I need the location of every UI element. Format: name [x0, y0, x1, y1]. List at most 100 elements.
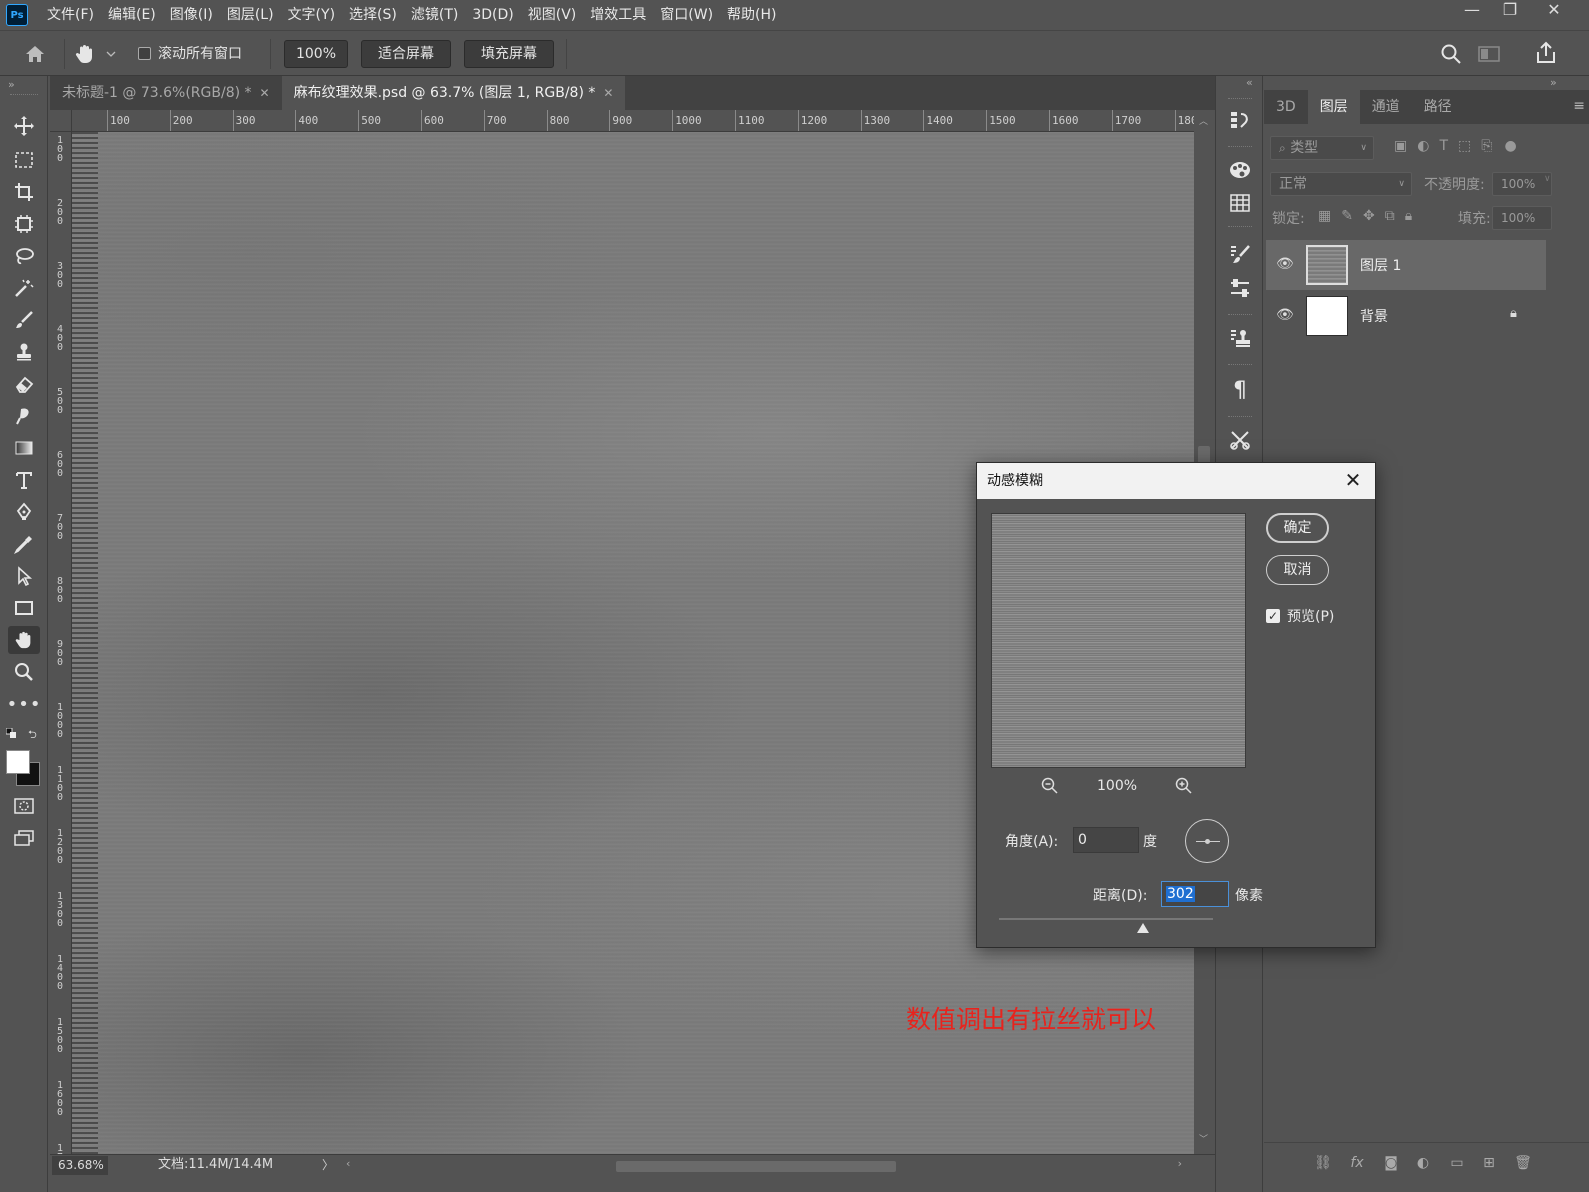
zoom-tool[interactable] [8, 658, 40, 686]
search-button[interactable] [1440, 43, 1464, 67]
menu-edit[interactable]: 编辑(E) [101, 0, 163, 30]
menu-select[interactable]: 选择(S) [342, 0, 404, 30]
color-button[interactable] [1224, 156, 1256, 184]
filter-toggle-icon[interactable]: ● [1504, 138, 1516, 160]
fill-field[interactable]: 100% [1492, 206, 1552, 230]
menu-help[interactable]: 帮助(H) [720, 0, 783, 30]
image-filter-icon[interactable]: ▣ [1394, 138, 1407, 160]
crop-tool[interactable] [8, 178, 40, 206]
menu-file[interactable]: 文件(F) [40, 0, 101, 30]
menu-view[interactable]: 视图(V) [521, 0, 584, 30]
menu-type[interactable]: 文字(Y) [281, 0, 342, 30]
opacity-dropdown-icon[interactable]: ∨ [1544, 174, 1551, 184]
horizontal-ruler[interactable]: 100 200 300 400 500 600 700 800 900 1000 1100 1200 1… [72, 110, 1202, 132]
angle-dial[interactable] [1185, 819, 1229, 863]
fit-screen-button[interactable]: 适合屏幕 [361, 40, 451, 68]
fx-icon[interactable]: fx [1346, 1155, 1368, 1177]
horizontal-scrollbar[interactable]: ‹ › [346, 1157, 1182, 1173]
close-tab-icon[interactable]: ✕ [603, 86, 613, 100]
layer-row-background[interactable]: 👁︎ 背景 🔒︎ [1266, 291, 1546, 341]
tool-presets-button[interactable] [1224, 426, 1256, 454]
lock-transparency-icon[interactable]: ▦ [1318, 208, 1331, 224]
adjustments-button[interactable] [1224, 274, 1256, 302]
panel-menu-icon[interactable]: ≡ [1573, 98, 1585, 114]
cancel-button[interactable]: 取消 [1266, 555, 1329, 585]
menu-layer[interactable]: 图层(L) [220, 0, 281, 30]
magic-wand-tool[interactable] [8, 274, 40, 302]
new-layer-icon[interactable]: ⊞ [1478, 1155, 1500, 1177]
lock-artboard-icon[interactable]: ⧉ [1385, 208, 1395, 224]
tab-layers[interactable]: 图层 [1307, 90, 1360, 124]
swatches-button[interactable] [1224, 189, 1256, 217]
zoom-100-button[interactable]: 100% [284, 40, 348, 68]
path-select-tool[interactable] [8, 562, 40, 590]
distance-slider-thumb[interactable] [1137, 923, 1149, 933]
lasso-tool[interactable] [8, 242, 40, 270]
ruler-origin[interactable] [50, 110, 72, 132]
scroll-all-checkbox[interactable] [138, 47, 151, 60]
layer-row-layer1[interactable]: 👁︎ 图层 1 [1266, 240, 1546, 290]
menu-window[interactable]: 窗口(W) [653, 0, 720, 30]
link-layers-icon[interactable]: ⛓︎ [1312, 1155, 1334, 1177]
brush-tool[interactable] [8, 306, 40, 334]
frame-tool[interactable] [8, 210, 40, 238]
type-filter-icon[interactable]: T [1439, 138, 1448, 160]
menu-filter[interactable]: 滤镜(T) [404, 0, 465, 30]
lock-all-icon[interactable]: 🔒︎ [1405, 208, 1412, 224]
restore-button[interactable]: ❐ [1492, 0, 1528, 22]
layer-name[interactable]: 图层 1 [1360, 255, 1401, 275]
paragraph-button[interactable]: ¶ [1224, 376, 1256, 404]
hand-tool[interactable] [8, 626, 40, 654]
distance-slider-track[interactable] [999, 918, 1213, 920]
more-tools-button[interactable]: ••• [7, 690, 41, 718]
new-group-icon[interactable]: ▭ [1446, 1155, 1468, 1177]
scroll-down-icon[interactable]: ﹀ [1199, 1132, 1208, 1145]
tab-channels[interactable]: 通道 [1360, 90, 1412, 124]
tab-untitled[interactable]: 未标题-1 @ 73.6%(RGB/8) * ✕ [50, 76, 282, 110]
layer-name[interactable]: 背景 [1360, 306, 1388, 326]
close-window-button[interactable]: ✕ [1536, 0, 1572, 22]
tab-3d[interactable]: 3D [1264, 90, 1308, 124]
workspace-switcher[interactable] [1478, 45, 1512, 65]
stamp-tool[interactable] [8, 338, 40, 366]
brushes-button[interactable] [1224, 240, 1256, 268]
smudge-tool[interactable] [8, 402, 40, 430]
preview-checkbox[interactable]: ✓ [1266, 609, 1280, 623]
default-colors-button[interactable] [5, 726, 16, 738]
angle-input[interactable]: 0 [1073, 827, 1139, 853]
scroll-left-icon[interactable]: ‹ [346, 1157, 350, 1170]
opacity-field[interactable]: 100% [1492, 172, 1552, 196]
document-info[interactable]: 文档:11.4M/14.4M [158, 1156, 273, 1174]
layer-filter-dropdown[interactable]: ⌕ 类型 ∨ [1270, 136, 1374, 160]
close-icon[interactable]: ✕ [1341, 469, 1365, 493]
screen-mode-button[interactable] [8, 824, 40, 852]
shape-filter-icon[interactable]: ⬚ [1458, 138, 1471, 160]
marquee-tool[interactable] [8, 146, 40, 174]
horizontal-scroll-thumb[interactable] [616, 1161, 896, 1172]
foreground-color-swatch[interactable] [6, 750, 30, 774]
add-mask-icon[interactable]: ◙ [1380, 1155, 1402, 1177]
minimize-button[interactable]: — [1454, 0, 1490, 22]
type-tool[interactable] [8, 466, 40, 494]
swap-colors-button[interactable]: ⮌ [28, 726, 40, 741]
vertical-ruler[interactable]: 100 200 300 400 500 600 700 800 900 1000 1100 1200 1… [50, 132, 72, 1154]
clone-source-button[interactable] [1224, 324, 1256, 352]
visibility-eye-icon[interactable]: 👁︎ [1276, 307, 1294, 323]
zoom-level-field[interactable]: 63.68% [52, 1156, 108, 1175]
fill-screen-button[interactable]: 填充屏幕 [464, 40, 554, 68]
menu-image[interactable]: 图像(I) [163, 0, 220, 30]
share-button[interactable] [1534, 41, 1560, 67]
eraser-tool[interactable] [8, 370, 40, 398]
tool-preset-picker[interactable] [74, 41, 120, 67]
gradient-tool[interactable] [8, 434, 40, 462]
zoom-in-button[interactable] [1175, 777, 1195, 797]
smart-object-filter-icon[interactable]: ⎘ [1481, 138, 1492, 160]
visibility-eye-icon[interactable]: 👁︎ [1276, 256, 1294, 272]
move-tool[interactable] [8, 112, 40, 140]
expand-panel-icon[interactable]: » [1550, 76, 1557, 89]
lock-position-icon[interactable]: ✥ [1363, 208, 1375, 224]
ok-button[interactable]: 确定 [1266, 513, 1329, 543]
tab-paths[interactable]: 路径 [1412, 90, 1464, 124]
eyedropper-tool[interactable] [8, 530, 40, 558]
adjustment-filter-icon[interactable]: ◐ [1417, 138, 1429, 160]
